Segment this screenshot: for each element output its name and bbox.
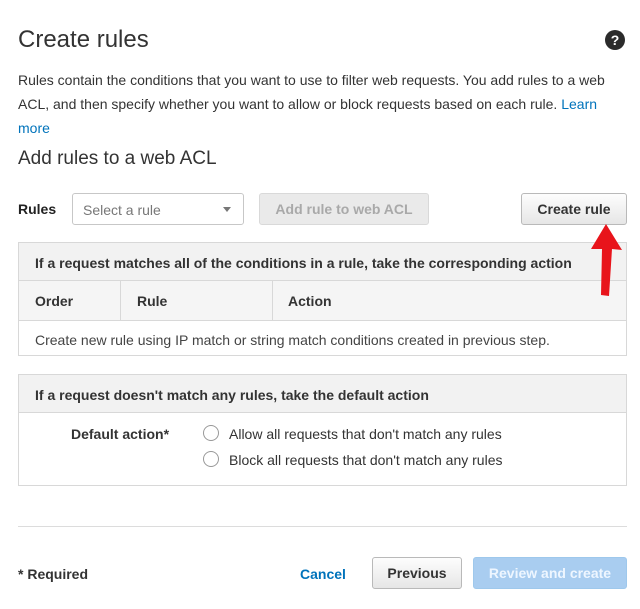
rule-select[interactable]: Select a rule [72,193,244,225]
empty-table-message: Create new rule using IP match or string… [35,332,550,348]
block-radio-label[interactable]: Block all requests that don't match any … [229,452,502,468]
allow-radio[interactable] [203,425,219,441]
page-title: Create rules [18,26,149,53]
cancel-link[interactable]: Cancel [300,566,346,582]
default-action-label: Default action* [71,426,170,442]
column-rule: Rule [137,293,168,309]
review-and-create-button[interactable]: Review and create [473,557,627,589]
create-rule-button[interactable]: Create rule [521,193,627,225]
description: Rules contain the conditions that you wa… [18,68,630,140]
section-title: Add rules to a web ACL [18,148,217,169]
caret-down-icon [223,207,231,212]
column-divider [272,281,273,320]
default-action-panel: If a request doesn't match any rules, ta… [18,374,627,486]
column-action: Action [288,293,332,309]
help-icon[interactable]: ? [605,30,625,50]
arrow-shape [591,224,622,296]
rules-panel: If a request matches all of the conditio… [18,242,627,356]
annotation-arrow-icon [591,224,622,296]
description-text: Rules contain the conditions that you wa… [18,72,605,112]
default-action-header: If a request doesn't match any rules, ta… [19,375,626,413]
previous-button[interactable]: Previous [372,557,462,589]
block-radio[interactable] [203,451,219,467]
column-divider [120,281,121,320]
required-note: * Required [18,566,89,582]
footer-divider [18,526,627,527]
table-header-row: Order Rule Action [19,281,626,321]
rules-label: Rules [18,201,57,217]
rules-panel-header: If a request matches all of the conditio… [19,243,626,281]
column-order: Order [35,293,74,309]
rule-select-placeholder: Select a rule [83,202,161,218]
add-rule-button[interactable]: Add rule to web ACL [259,193,429,225]
allow-radio-label[interactable]: Allow all requests that don't match any … [229,426,502,442]
